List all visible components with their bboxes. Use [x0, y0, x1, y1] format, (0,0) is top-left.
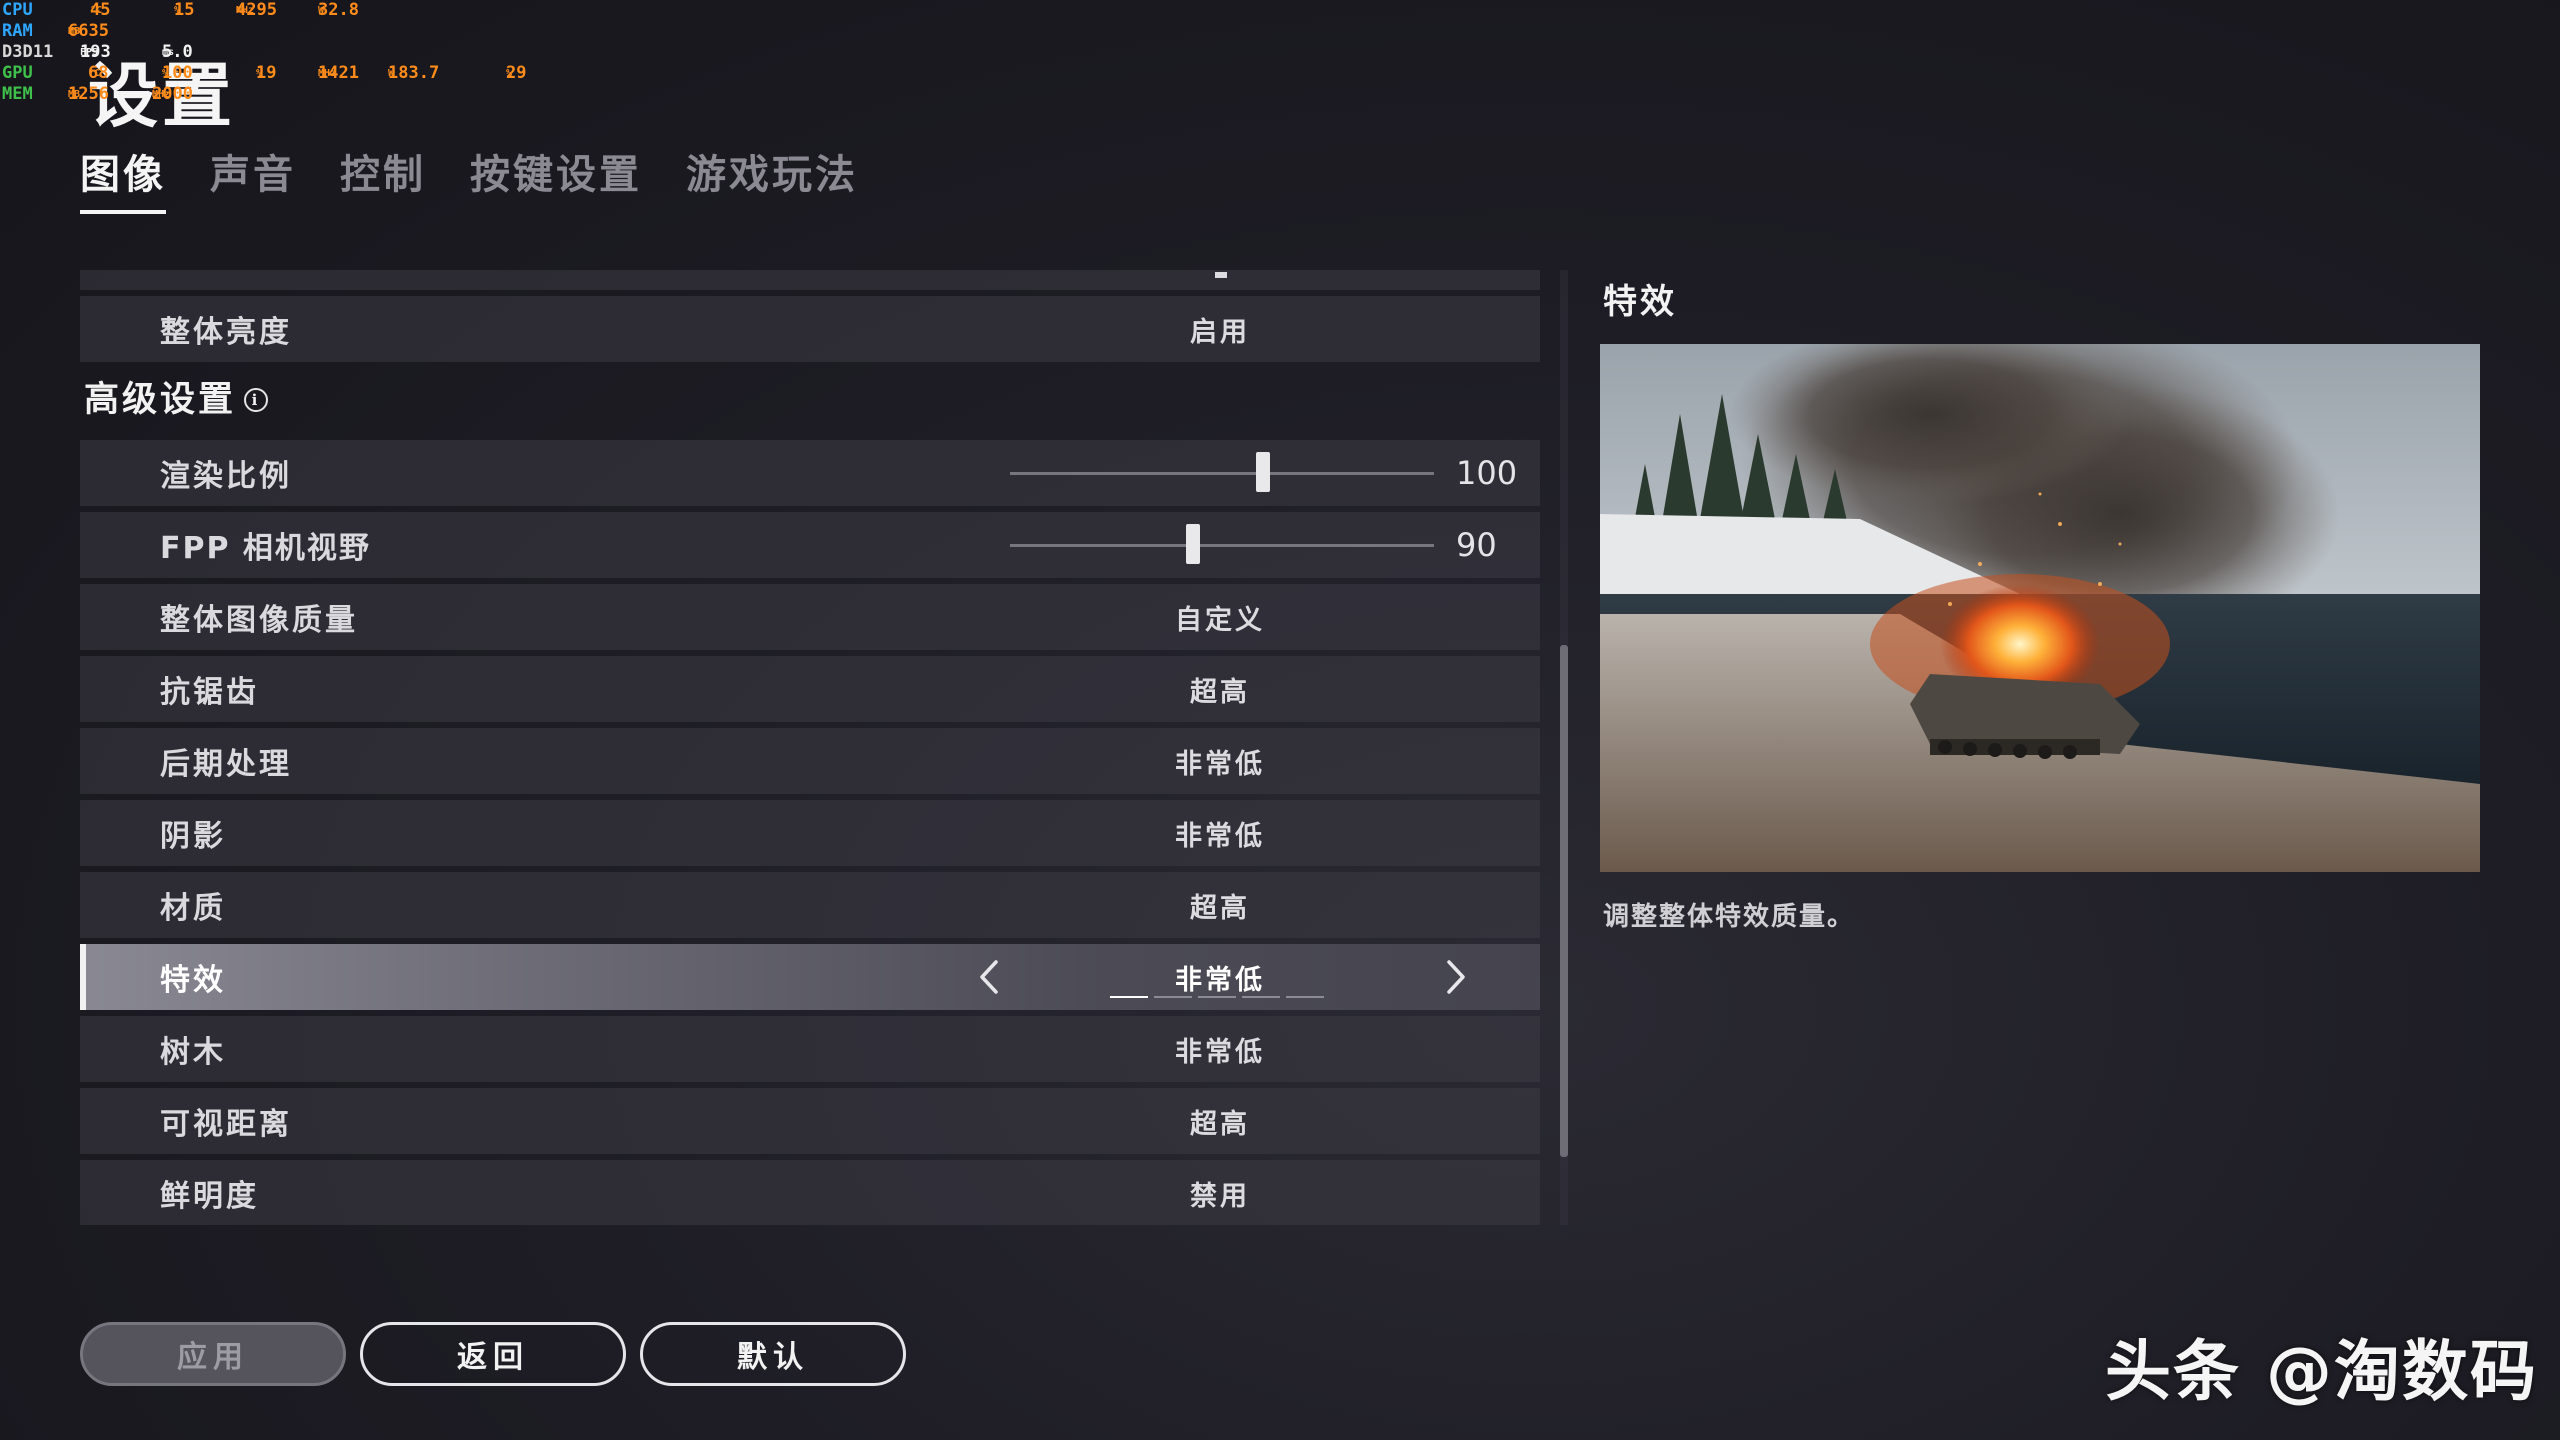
- tab-audio[interactable]: 声音: [210, 142, 296, 214]
- section-title: 高级设置: [84, 380, 237, 420]
- setting-row-brightness[interactable]: 整体亮度 启用: [80, 296, 1540, 362]
- setting-value: 超高: [1190, 892, 1250, 924]
- back-button[interactable]: 返回: [360, 1322, 626, 1386]
- setting-value: 启用: [1190, 316, 1250, 348]
- perf-ram-label: RAM: [2, 21, 33, 41]
- setting-value: 非常低: [1175, 820, 1265, 852]
- level-dot: [1242, 996, 1280, 998]
- level-indicator: [1110, 996, 1324, 998]
- perf-gpu-row: GPU 68 °C 100% 19% 1421 MHz 183.7 W 29%: [2, 63, 527, 83]
- performance-overlay: CPU 45 °C 15% 4295 MHz 32.8 W RAM 6635 MB D3…: [2, 0, 602, 105]
- tab-graphics[interactable]: 图像: [80, 142, 166, 214]
- setting-label: 可视距离: [160, 1107, 292, 1142]
- render-scale-value: 100: [1456, 454, 1518, 492]
- level-dot: [1198, 996, 1236, 998]
- perf-mem-label: MEM: [2, 84, 33, 104]
- setting-row-render-scale[interactable]: 渲染比例 100: [80, 440, 1540, 506]
- perf-mem-row: MEM 1256 MB 2000 MHz: [2, 84, 193, 104]
- fpp-fov-slider[interactable]: [1010, 524, 1434, 564]
- default-button[interactable]: 默认: [640, 1322, 906, 1386]
- perf-cpu-row: CPU 45 °C 15% 4295 MHz 32.8 W: [2, 0, 359, 20]
- tab-gameplay[interactable]: 游戏玩法: [686, 142, 858, 214]
- render-scale-slider[interactable]: [1010, 452, 1434, 492]
- setting-label: 树木: [160, 1035, 226, 1070]
- setting-row-textures[interactable]: 材质 超高: [80, 872, 1540, 938]
- tab-keybindings[interactable]: 按键设置: [470, 142, 642, 214]
- slider-thumb[interactable]: [1186, 524, 1201, 564]
- setting-label: 特效: [160, 963, 226, 998]
- perf-d3d-label: D3D11: [2, 42, 54, 62]
- setting-label: 整体亮度: [160, 315, 292, 350]
- fpp-fov-value: 90: [1456, 526, 1497, 564]
- preview-description: 调整整体特效质量。: [1603, 902, 1856, 932]
- tab-controls[interactable]: 控制: [340, 142, 426, 214]
- settings-tabs: 图像 声音 控制 按键设置 游戏玩法: [80, 142, 902, 214]
- setting-label: 鲜明度: [160, 1179, 259, 1214]
- setting-label: 渲染比例: [160, 459, 292, 494]
- level-dot: [1154, 996, 1192, 998]
- setting-label: 整体图像质量: [160, 603, 358, 638]
- level-dot: [1110, 996, 1148, 998]
- settings-scrollbar[interactable]: [1560, 270, 1568, 1225]
- slider-thumb[interactable]: [1256, 452, 1270, 492]
- scrollbar-thumb[interactable]: [1560, 645, 1568, 1157]
- setting-label: 后期处理: [160, 747, 292, 782]
- setting-label: FPP 相机视野: [160, 531, 371, 566]
- chevron-right-icon[interactable]: [1430, 952, 1480, 1002]
- perf-ram-row: RAM 6635 MB: [2, 21, 109, 41]
- chevron-left-icon[interactable]: [965, 952, 1015, 1002]
- setting-row-effects[interactable]: 特效 非常低: [80, 944, 1540, 1010]
- setting-value: 超高: [1190, 676, 1250, 708]
- setting-value: 禁用: [1190, 1180, 1250, 1212]
- value-marker: [1215, 272, 1227, 278]
- setting-row-antialiasing[interactable]: 抗锯齿 超高: [80, 656, 1540, 722]
- setting-value: 自定义: [1175, 604, 1265, 636]
- preview-image: [1600, 344, 2480, 872]
- previous-row-edge: [80, 270, 1540, 290]
- setting-value: 非常低: [1175, 1036, 1265, 1068]
- setting-label: 材质: [160, 891, 226, 926]
- settings-list: 整体亮度 启用 高级设置 i 渲染比例 100 FPP 相机视野 90 整体图像…: [80, 270, 1540, 1225]
- setting-value: 超高: [1190, 1108, 1250, 1140]
- info-icon[interactable]: i: [244, 387, 269, 412]
- perf-d3d-row: D3D11 193 FPS 5.0 ms: [2, 42, 193, 62]
- setting-row-sharpness[interactable]: 鲜明度 禁用: [80, 1160, 1540, 1225]
- preview-title: 特效: [1603, 282, 1677, 322]
- setting-value: 非常低: [1175, 964, 1265, 996]
- perf-cpu-label: CPU: [2, 0, 33, 20]
- setting-row-fpp-fov[interactable]: FPP 相机视野 90: [80, 512, 1540, 578]
- setting-row-foliage[interactable]: 树木 非常低: [80, 1016, 1540, 1082]
- setting-label: 阴影: [160, 819, 226, 854]
- setting-row-view-distance[interactable]: 可视距离 超高: [80, 1088, 1540, 1154]
- perf-gpu-label: GPU: [2, 63, 33, 83]
- setting-row-overall-quality[interactable]: 整体图像质量 自定义: [80, 584, 1540, 650]
- setting-row-shadows[interactable]: 阴影 非常低: [80, 800, 1540, 866]
- level-dot: [1286, 996, 1324, 998]
- advanced-settings-heading: 高级设置 i: [84, 371, 269, 422]
- setting-label: 抗锯齿: [160, 675, 259, 710]
- setting-value: 非常低: [1175, 748, 1265, 780]
- apply-button[interactable]: 应用: [80, 1322, 346, 1386]
- watermark: 头条 @淘数码: [2105, 1333, 2538, 1410]
- setting-row-post-processing[interactable]: 后期处理 非常低: [80, 728, 1540, 794]
